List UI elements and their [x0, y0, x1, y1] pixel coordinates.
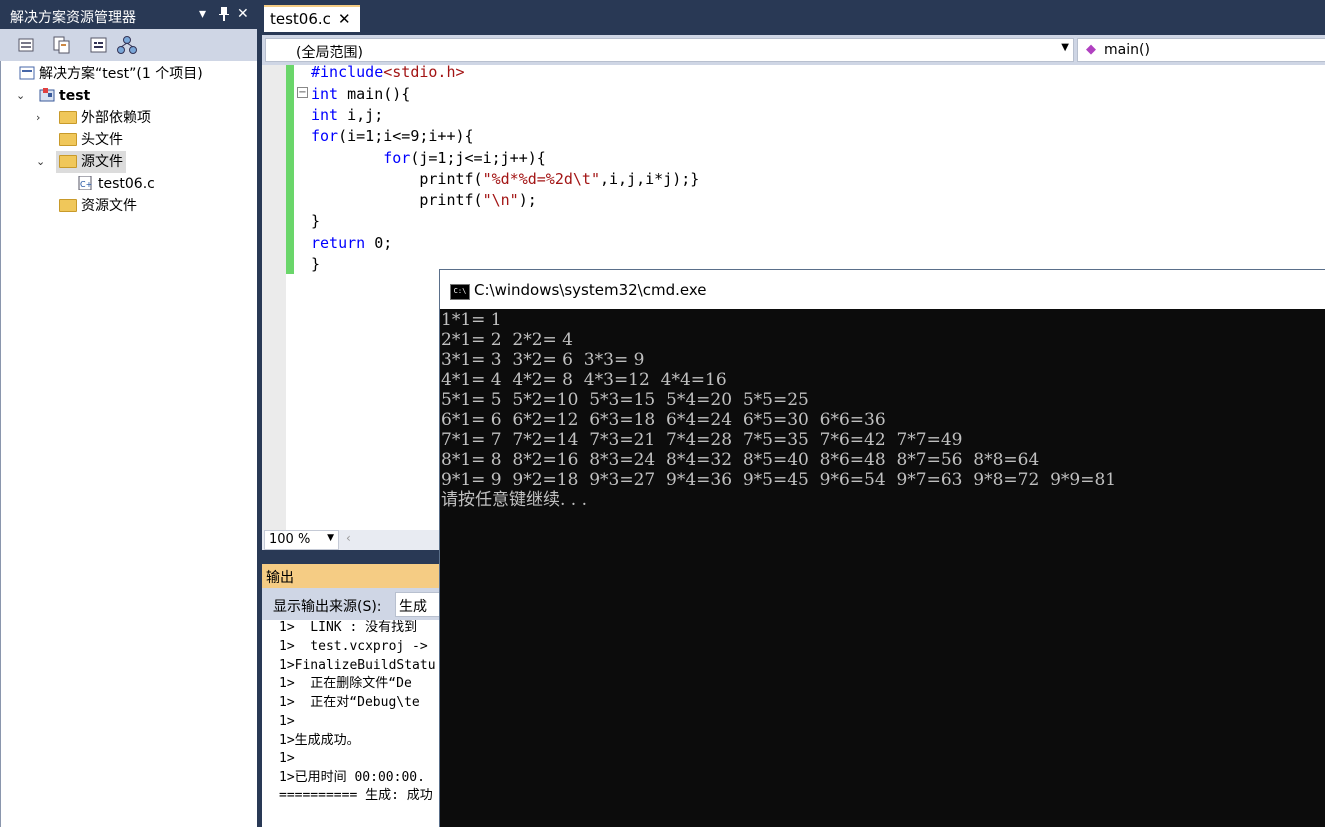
- chevron-down-icon[interactable]: ⌄: [36, 155, 45, 168]
- console-line: 2*1= 2 2*2= 4: [441, 330, 573, 350]
- navigation-bar: (全局范围) ▼ ◆ main(): [262, 35, 1325, 65]
- output-line: 1>: [279, 714, 295, 729]
- chevron-down-icon[interactable]: ▼: [327, 533, 334, 543]
- cmd-console[interactable]: 1*1= 1 2*1= 2 2*2= 4 3*1= 3 3*2= 6 3*3= …: [440, 309, 1325, 827]
- output-line: 1>: [279, 751, 295, 766]
- tree-item-resources-label: 资源文件: [81, 198, 137, 214]
- tab-label: test06.c: [270, 10, 331, 28]
- code-line-3: int i,j;: [311, 106, 384, 124]
- output-line: 1> LINK : 没有找到: [279, 620, 425, 635]
- tree-item-source-file[interactable]: C+ test06.c: [78, 173, 155, 195]
- console-prompt: 请按任意键继续. . .: [441, 490, 588, 510]
- tree-item-external-deps-label: 外部依赖项: [81, 110, 151, 126]
- tree-item-headers-label: 头文件: [81, 132, 123, 148]
- output-line: 1> 正在对“Debug\te: [279, 695, 420, 710]
- code-line-1: #include<stdio.h>: [311, 63, 465, 81]
- editor-gutter: [262, 65, 286, 530]
- tree-item-external-deps[interactable]: 外部依赖项: [59, 107, 151, 129]
- output-line: 1>FinalizeBuildStatu: [279, 658, 436, 673]
- solution-tree: 解决方案“test”(1 个项目) ⌄ test › 外部依赖项 头文件 ⌄ 源…: [0, 61, 257, 827]
- code-line-9: return 0;: [311, 234, 393, 252]
- tree-item-sources-label: 源文件: [81, 154, 123, 170]
- code-line-7: printf("\n");: [311, 191, 537, 209]
- chevron-right-icon[interactable]: ›: [36, 111, 40, 124]
- console-line: 3*1= 3 3*2= 6 3*3= 9: [441, 350, 645, 370]
- output-log[interactable]: 1> LINK : 没有找到 1> test.vcxproj -> 1>Fina…: [262, 620, 462, 827]
- console-line: 4*1= 4 4*2= 8 4*3=12 4*4=16: [441, 370, 727, 390]
- solution-explorer-toolbar: [0, 29, 257, 61]
- tree-item-project-label: test: [59, 88, 91, 104]
- cmd-icon: C:\: [450, 284, 470, 300]
- cmd-titlebar[interactable]: C:\ C:\windows\system32\cmd.exe: [440, 270, 1325, 309]
- member-combo[interactable]: ◆ main(): [1077, 38, 1325, 62]
- folder-icon: [59, 111, 77, 124]
- tree-item-solution-label: 解决方案“test”(1 个项目): [39, 66, 203, 82]
- solution-explorer-title: 解决方案资源管理器: [10, 10, 136, 26]
- output-line: ========== 生成: 成功: [279, 788, 433, 803]
- output-source-label: 显示输出来源(S):: [273, 599, 382, 615]
- code-line-6: printf("%d*%d=%2d\t",i,j,i*j);}: [311, 170, 700, 188]
- solution-explorer-titlebar: 解决方案资源管理器 ▾ ✕: [0, 3, 257, 29]
- properties-icon[interactable]: [17, 35, 37, 55]
- tree-item-solution[interactable]: 解决方案“test”(1 个项目): [19, 63, 203, 85]
- chevron-down-icon[interactable]: ⌄: [16, 89, 25, 102]
- tree-item-sources[interactable]: 源文件: [56, 151, 126, 173]
- tree-item-source-file-label: test06.c: [98, 176, 155, 192]
- scope-combo-value: (全局范围): [296, 45, 363, 61]
- output-line: 1> test.vcxproj ->: [279, 639, 436, 654]
- close-icon[interactable]: ✕: [237, 6, 249, 22]
- folder-icon: [59, 133, 77, 146]
- code-line-2: int main(){: [311, 85, 411, 103]
- tree-item-resources[interactable]: 资源文件: [59, 195, 137, 217]
- output-line: 1> 正在删除文件“De: [279, 676, 412, 691]
- member-combo-value: main(): [1104, 42, 1150, 58]
- tree-item-headers[interactable]: 头文件: [59, 129, 123, 151]
- console-line: 1*1= 1: [441, 310, 502, 330]
- code-line-8: }: [311, 212, 321, 230]
- solution-icon: [19, 65, 35, 80]
- method-icon: ◆: [1086, 42, 1096, 57]
- tree-item-project[interactable]: test: [39, 85, 90, 107]
- output-title: 输出: [266, 570, 294, 586]
- output-titlebar: 输出: [262, 564, 462, 588]
- console-line: 5*1= 5 5*2=10 5*3=15 5*4=20 5*5=25: [441, 390, 809, 410]
- collapse-icon[interactable]: −: [297, 87, 308, 98]
- code-line-10: }: [311, 255, 321, 273]
- console-line: 8*1= 8 8*2=16 8*3=24 8*4=32 8*5=40 8*6=4…: [441, 450, 1040, 470]
- class-diagram-icon[interactable]: [117, 35, 137, 55]
- pin-icon[interactable]: [218, 6, 230, 26]
- scroll-left-icon[interactable]: ‹: [346, 531, 351, 545]
- zoom-combo[interactable]: 100 % ▼: [264, 530, 339, 550]
- folder-icon: [59, 199, 77, 212]
- output-line: 1>已用时间 00:00:00.: [279, 770, 425, 785]
- c-file-icon: C+: [78, 175, 94, 191]
- open-folder-icon: [59, 155, 77, 168]
- output-source-value: 生成: [399, 599, 427, 615]
- show-all-files-icon[interactable]: [52, 35, 72, 55]
- zoom-value: 100 %: [269, 532, 311, 547]
- project-icon: [39, 87, 55, 102]
- code-line-4: for(i=1;i<=9;i++){: [311, 127, 474, 145]
- view-code-icon[interactable]: [89, 35, 109, 55]
- cmd-title: C:\windows\system32\cmd.exe: [474, 281, 707, 299]
- console-line: 6*1= 6 6*2=12 6*3=18 6*4=24 6*5=30 6*6=3…: [441, 410, 886, 430]
- console-line: 7*1= 7 7*2=14 7*3=21 7*4=28 7*5=35 7*6=4…: [441, 430, 963, 450]
- chevron-down-icon[interactable]: ▼: [1061, 42, 1069, 53]
- change-tracking-bar: [286, 65, 294, 274]
- console-line: 9*1= 9 9*2=18 9*3=27 9*4=36 9*5=45 9*6=5…: [441, 470, 1117, 490]
- scope-combo[interactable]: (全局范围) ▼: [265, 38, 1074, 62]
- close-icon[interactable]: ✕: [338, 10, 351, 28]
- window-position-icon[interactable]: ▾: [199, 6, 206, 22]
- tab-test06-c[interactable]: test06.c ✕: [264, 5, 360, 32]
- svg-text:C+: C+: [80, 180, 92, 189]
- code-line-5: for(j=1;j<=i;j++){: [383, 149, 546, 167]
- output-line: 1>生成成功。: [279, 733, 360, 748]
